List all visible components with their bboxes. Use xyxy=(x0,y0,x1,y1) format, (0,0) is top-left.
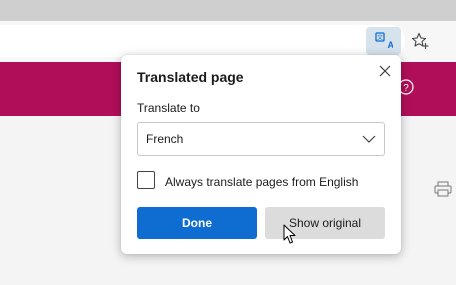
svg-text:文: 文 xyxy=(376,34,382,42)
star-add-icon xyxy=(411,32,429,49)
close-button[interactable] xyxy=(374,60,396,82)
language-select[interactable]: French xyxy=(137,122,385,156)
tab-strip xyxy=(0,0,456,21)
popup-title: Translated page xyxy=(137,69,244,85)
printer-icon[interactable] xyxy=(434,181,452,197)
done-button[interactable]: Done xyxy=(137,207,257,239)
address-input[interactable] xyxy=(0,25,405,57)
translate-popup: Translated page Translate to French Alwa… xyxy=(121,55,401,254)
always-translate-checkbox[interactable] xyxy=(137,171,155,189)
chevron-down-icon xyxy=(362,135,376,143)
svg-text:A: A xyxy=(387,40,393,50)
svg-text:?: ? xyxy=(403,83,409,94)
translate-to-label: Translate to xyxy=(137,101,200,115)
selected-language: French xyxy=(146,132,184,146)
translate-icon: 文 A xyxy=(374,32,393,50)
add-favorite-button[interactable] xyxy=(406,27,434,55)
close-icon xyxy=(379,65,391,77)
always-translate-label[interactable]: Always translate pages from English xyxy=(165,175,358,189)
mouse-cursor-icon xyxy=(283,224,296,244)
translate-button[interactable]: 文 A xyxy=(366,27,401,55)
